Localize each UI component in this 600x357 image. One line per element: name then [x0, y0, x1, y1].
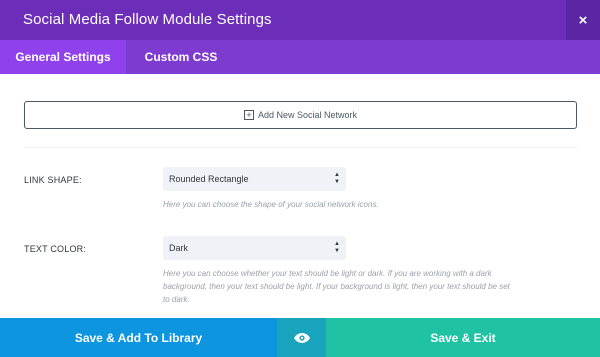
settings-content: + Add New Social Network LINK SHAPE: Rou… [0, 74, 600, 318]
text-color-value: Dark [169, 243, 189, 253]
close-button[interactable]: × [566, 0, 600, 40]
modal-header: Social Media Follow Module Settings × [0, 0, 600, 40]
link-shape-description: Here you can choose the shape of your so… [163, 200, 379, 209]
modal-title: Social Media Follow Module Settings [23, 11, 272, 28]
preview-button[interactable] [277, 318, 326, 357]
tab-general-settings[interactable]: General Settings [0, 40, 126, 74]
close-icon: × [578, 11, 588, 29]
eye-icon [293, 332, 310, 343]
divider [24, 147, 577, 148]
text-color-description-line: background, then your text should be lig… [163, 282, 510, 291]
link-shape-value: Rounded Rectangle [169, 174, 249, 184]
plus-icon: + [243, 110, 254, 120]
add-social-network-button[interactable]: + Add New Social Network [24, 101, 577, 129]
select-arrows-icon: ▲ ▼ [334, 172, 340, 185]
link-shape-select[interactable]: Rounded Rectangle ▲ ▼ [163, 167, 346, 191]
link-shape-label: LINK SHAPE: [24, 175, 82, 185]
tab-custom-css[interactable]: Custom CSS [126, 40, 236, 74]
add-social-network-label: Add New Social Network [257, 110, 358, 120]
text-color-description-line: Here you can choose whether your text sh… [163, 269, 492, 278]
text-color-description: Here you can choose whether your text sh… [163, 267, 510, 306]
text-color-select[interactable]: Dark ▲ ▼ [163, 236, 346, 260]
text-color-description-line: to dark. [163, 295, 190, 304]
save-add-to-library-button[interactable]: Save & Add To Library [0, 318, 277, 357]
save-exit-button[interactable]: Save & Exit [326, 318, 600, 357]
tab-bar: General Settings Custom CSS [0, 40, 600, 74]
select-arrows-icon: ▲ ▼ [334, 241, 340, 254]
text-color-label: TEXT COLOR: [24, 244, 87, 254]
modal-footer: Save & Add To Library Save & Exit [0, 318, 600, 357]
